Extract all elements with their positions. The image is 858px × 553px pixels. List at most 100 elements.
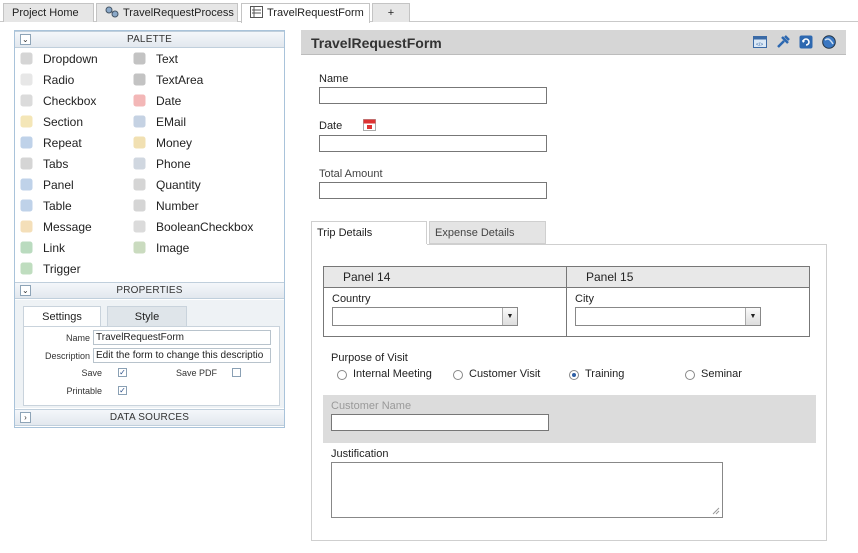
customer-name-label: Customer Name [331, 400, 412, 412]
palette-item-date[interactable]: Date [133, 92, 181, 110]
palette-item-phone[interactable]: Phone [133, 155, 191, 173]
tabs-icon [20, 157, 33, 170]
datasources-header[interactable]: › DATA SOURCES [15, 409, 284, 426]
palette-item-email[interactable]: EMail [133, 113, 186, 131]
radio-internal-meeting[interactable] [337, 370, 347, 380]
expand-icon[interactable]: › [20, 412, 31, 423]
collapse-icon[interactable]: ⌄ [20, 34, 31, 45]
preview-icon[interactable]: </> [753, 35, 767, 49]
phone-icon [133, 157, 146, 170]
globe-icon[interactable] [822, 35, 836, 49]
customer-name-input[interactable] [331, 414, 549, 431]
resize-handle-icon[interactable] [712, 507, 720, 515]
radio-training[interactable] [569, 370, 579, 380]
palette-item-money[interactable]: Money [133, 134, 192, 152]
chevron-down-icon[interactable]: ▼ [745, 308, 760, 325]
country-select[interactable]: ▼ [332, 307, 518, 326]
printable-property-label: Printable [66, 386, 102, 396]
justification-textarea[interactable] [331, 462, 723, 518]
palette-item-label: Repeat [43, 136, 82, 150]
name-input[interactable] [319, 87, 547, 104]
palette-item-repeat[interactable]: Repeat [20, 134, 82, 152]
total-amount-input[interactable] [319, 182, 547, 199]
palette-item-dropdown[interactable]: Dropdown [20, 50, 98, 68]
palette-header[interactable]: ⌄ PALETTE [15, 31, 284, 48]
properties-header[interactable]: ⌄ PROPERTIES [15, 282, 284, 299]
tab-trip-details[interactable]: Trip Details [311, 221, 427, 244]
city-select[interactable]: ▼ [575, 307, 761, 326]
tab-project-home[interactable]: Project Home [3, 3, 94, 22]
radio-customer-visit[interactable] [453, 370, 463, 380]
description-property-input[interactable]: Edit the form to change this descriptio [93, 348, 271, 363]
panel-icon [20, 178, 33, 191]
savepdf-checkbox[interactable] [232, 368, 241, 377]
designer-side-panel: ⌄ PALETTE Dropdown Radio Checkbox Section Rep… [14, 30, 285, 428]
form-header: TravelRequestForm </> [301, 30, 846, 55]
palette-item-label: Section [43, 115, 84, 129]
image-icon [133, 241, 146, 254]
name-label: Name [319, 73, 349, 85]
radio-label-internal-meeting: Internal Meeting [353, 368, 432, 380]
palette-item-image[interactable]: Image [133, 239, 189, 257]
palette-item-label: Checkbox [43, 94, 97, 108]
palette-item-label: Radio [43, 73, 75, 87]
palette-item-label: Phone [156, 157, 191, 171]
radio-seminar[interactable] [685, 370, 695, 380]
text-icon [133, 52, 146, 65]
email-icon [133, 115, 146, 128]
palette-item-link[interactable]: Link [20, 239, 65, 257]
palette-item-label: Number [156, 199, 199, 213]
country-label: Country [332, 293, 371, 305]
dropdown-icon [20, 52, 33, 65]
form-title: TravelRequestForm [311, 35, 442, 51]
palette-item-label: Panel [43, 178, 74, 192]
palette-item-booleancheckbox[interactable]: BooleanCheckbox [133, 218, 253, 236]
palette-item-trigger[interactable]: Trigger [20, 260, 81, 278]
repeat-icon [20, 136, 33, 149]
tab-label: + [387, 7, 395, 19]
tab-style[interactable]: Style [107, 306, 187, 327]
palette-item-number[interactable]: Number [133, 197, 199, 215]
palette-item-radio[interactable]: Radio [20, 71, 74, 89]
tab-travel-request-form[interactable]: TravelRequestForm [241, 3, 370, 23]
palette-item-textarea[interactable]: TextArea [133, 71, 203, 89]
link-icon [20, 241, 33, 254]
name-property-input[interactable]: TravelRequestForm [93, 330, 271, 345]
palette-item-label: BooleanCheckbox [156, 220, 254, 234]
printable-checkbox[interactable]: ✓ [118, 386, 127, 395]
message-icon [20, 220, 33, 233]
number-icon [133, 199, 146, 212]
calendar-icon[interactable] [363, 118, 376, 131]
palette-item-label: Image [156, 241, 190, 255]
tab-travel-request-process[interactable]: TravelRequestProcess [96, 3, 238, 22]
palette-item-panel[interactable]: Panel [20, 176, 74, 194]
document-tab-bar: Project Home TravelRequestProcess Travel… [0, 0, 858, 23]
save-checkbox[interactable]: ✓ [118, 368, 127, 377]
datasources-title: DATA SOURCES [109, 412, 190, 423]
tools-icon[interactable] [776, 35, 790, 49]
palette-title: PALETTE [126, 34, 173, 45]
tab-settings[interactable]: Settings [23, 306, 101, 327]
palette-item-label: TextArea [156, 73, 204, 87]
palette-item-label: Dropdown [43, 52, 98, 66]
palette-item-quantity[interactable]: Quantity [133, 176, 201, 194]
chevron-down-icon[interactable]: ▼ [502, 308, 517, 325]
panel-15-title: Panel 15 [566, 266, 810, 288]
palette-item-message[interactable]: Message [20, 218, 92, 236]
new-tab-button[interactable]: + [372, 3, 410, 22]
save-property-label: Save [81, 368, 102, 378]
palette-item-label: Table [43, 199, 72, 213]
palette-item-label: Trigger [43, 262, 81, 276]
palette-item-checkbox[interactable]: Checkbox [20, 92, 96, 110]
refresh-icon[interactable] [799, 35, 813, 49]
palette-item-table[interactable]: Table [20, 197, 72, 215]
city-label: City [575, 293, 594, 305]
radio-icon [20, 73, 33, 86]
tab-expense-details[interactable]: Expense Details [429, 221, 546, 244]
palette-item-text[interactable]: Text [133, 50, 178, 68]
collapse-icon[interactable]: ⌄ [20, 285, 31, 296]
date-input[interactable] [319, 135, 547, 152]
description-property-label: Description [44, 351, 90, 361]
palette-item-tabs[interactable]: Tabs [20, 155, 68, 173]
palette-item-section[interactable]: Section [20, 113, 83, 131]
